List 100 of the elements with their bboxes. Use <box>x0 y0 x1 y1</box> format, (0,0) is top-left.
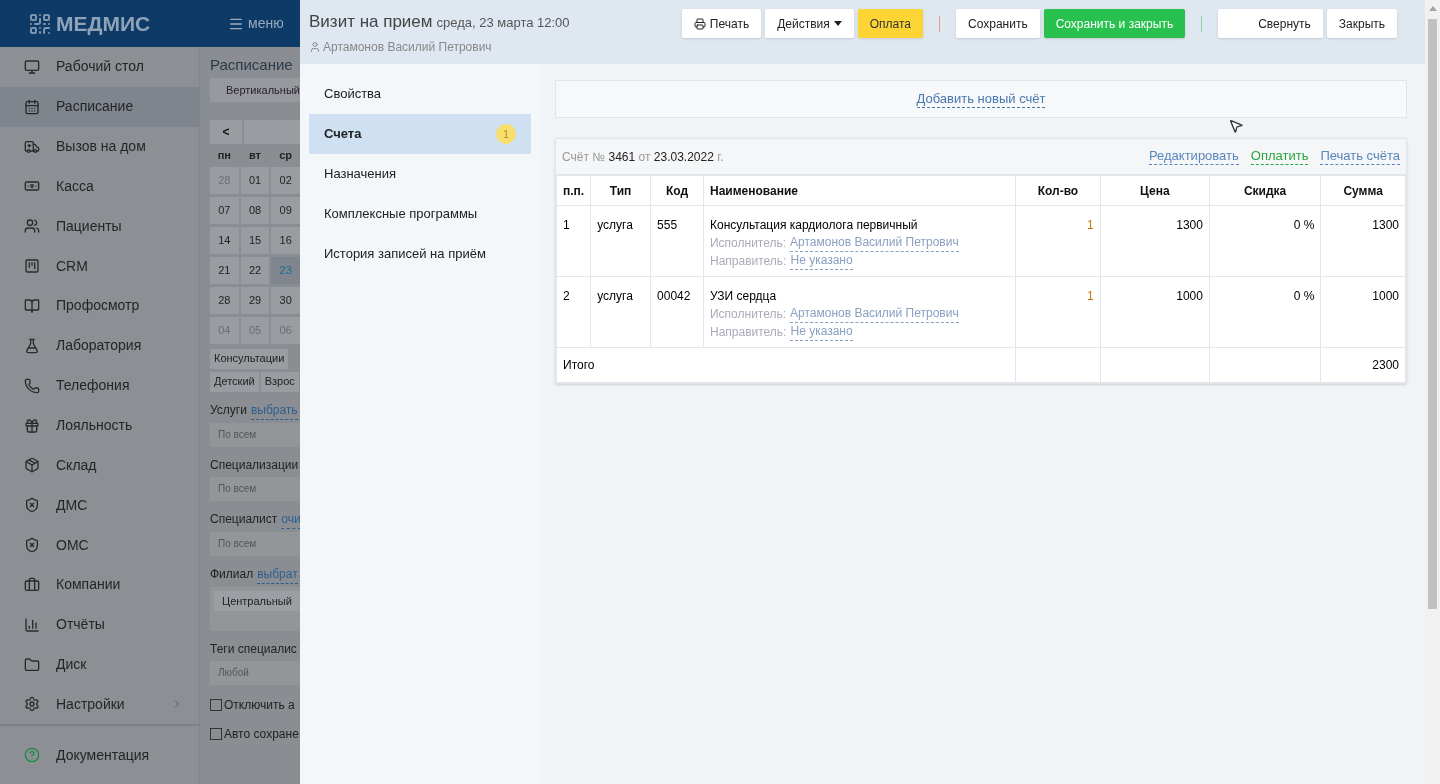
sidebar-item[interactable]: Склад <box>0 445 199 486</box>
invoice-action-link[interactable]: Редактировать <box>1148 148 1239 165</box>
calendar-icon <box>24 98 40 115</box>
calendar-day[interactable]: 30 <box>271 286 300 314</box>
table-cell: 1 <box>1015 276 1101 348</box>
calendar-day[interactable]: 07 <box>210 196 239 224</box>
sidebar-item[interactable]: Лояльность <box>0 405 199 446</box>
column-header: Цена <box>1100 175 1210 206</box>
sidebar-item[interactable]: ДМС <box>0 485 199 526</box>
checkbox[interactable] <box>210 698 222 711</box>
performer-link[interactable]: Артамонов Василий Петрович <box>790 305 959 323</box>
performer-label: Исполнитель: <box>709 306 787 323</box>
briefcase-icon <box>24 576 40 593</box>
weekday-label: вт <box>248 148 262 163</box>
sidebar-item[interactable]: Отчёты <box>0 604 199 645</box>
service-name: УЗИ сердца <box>709 288 778 305</box>
help-icon <box>24 747 40 764</box>
calendar-day[interactable]: 29 <box>240 286 270 314</box>
sidebar-item[interactable]: Пациенты <box>0 206 199 247</box>
checkbox-label: Авто сохране <box>224 725 299 743</box>
invoice-action-link[interactable]: Печать счёта <box>1320 148 1400 165</box>
sidebar-item[interactable]: ОМС <box>0 525 199 565</box>
nav-tab[interactable]: Назначения <box>309 154 531 194</box>
type-tab[interactable]: Консультации <box>210 348 289 369</box>
sidebar-item[interactable]: Лаборатория <box>0 325 199 366</box>
calendar-day[interactable]: 09 <box>271 196 300 224</box>
filter-label: Специалист <box>210 510 278 528</box>
column-header: Кол-во <box>1015 175 1101 206</box>
box-icon <box>24 457 40 474</box>
sidebar-item[interactable]: Настройки <box>0 684 199 725</box>
sidebar-item[interactable]: Расписание <box>0 86 199 127</box>
calendar-day[interactable]: 28 <box>210 286 239 314</box>
bar-chart-icon <box>24 616 40 633</box>
calendar-day[interactable]: 15 <box>240 226 270 254</box>
filter-select[interactable]: Центральный <box>210 586 300 631</box>
calendar-day[interactable]: 08 <box>240 196 270 224</box>
prev-button[interactable]: < <box>210 120 242 144</box>
toolbar-button[interactable]: Оплата <box>857 9 923 38</box>
referrer-label: Направитель: <box>709 324 787 341</box>
view-button[interactable]: Вертикальный <box>210 78 300 102</box>
sidebar-item[interactable]: Рабочий стол <box>0 47 199 87</box>
sidebar-item[interactable]: Документация <box>56 744 150 766</box>
toolbar-button[interactable]: Закрыть <box>1326 9 1397 38</box>
sidebar-item[interactable]: Вызов на дом <box>0 126 199 167</box>
table-cell: 2 <box>556 276 591 348</box>
age-tab[interactable]: Детский <box>210 371 259 392</box>
flask-icon <box>24 337 40 354</box>
checkbox-label: Отключить а <box>224 696 295 714</box>
calendar-day[interactable]: 01 <box>240 166 270 194</box>
scrollbar-thumb[interactable] <box>1428 19 1437 609</box>
toolbar-button[interactable]: Свернуть <box>1218 9 1323 38</box>
calendar-day[interactable]: 16 <box>271 226 300 254</box>
calendar-day[interactable]: 14 <box>210 226 239 254</box>
visit-datetime: среда, 23 марта 12:00 <box>436 14 570 32</box>
table-cell: услуга <box>590 276 651 348</box>
logo-icon <box>28 11 52 36</box>
performer-link[interactable]: Артамонов Василий Петрович <box>790 234 959 252</box>
referrer-link[interactable]: Не указано <box>790 323 853 341</box>
menu-button[interactable]: меню <box>228 13 284 34</box>
nav-tab[interactable]: Счета 1 <box>309 114 531 154</box>
count-badge: 1 <box>496 124 516 144</box>
table-cell: 1300 <box>1320 205 1406 277</box>
column-header: Скидка <box>1209 175 1321 206</box>
calendar-day[interactable]: 21 <box>210 256 239 284</box>
performer-label: Исполнитель: <box>709 235 787 252</box>
filter-select[interactable]: По всем <box>210 531 300 556</box>
table-cell: 1000 <box>1100 276 1210 348</box>
sidebar-item[interactable]: Телефония <box>0 365 199 406</box>
table-cell: 1000 <box>1320 276 1406 348</box>
filter-select[interactable]: Любой <box>210 660 300 685</box>
user-icon <box>309 40 321 53</box>
filter-select[interactable]: По всем <box>210 422 300 447</box>
nav-tab[interactable]: История записей на приём <box>309 234 531 274</box>
toolbar-button[interactable]: Печать <box>681 9 762 38</box>
sidebar-item[interactable]: CRM <box>0 246 199 287</box>
add-invoice-link[interactable]: Добавить новый счёт <box>916 90 1046 108</box>
checkbox[interactable] <box>210 727 222 740</box>
invoice-action-link[interactable]: Оплатить <box>1250 148 1309 165</box>
patient-name: Артамонов Василий Петрович <box>323 38 492 56</box>
sidebar-item[interactable]: Диск <box>0 644 199 685</box>
referrer-link[interactable]: Не указано <box>790 252 853 270</box>
calendar-day[interactable]: 22 <box>240 256 270 284</box>
filter-label: Филиал <box>210 565 254 583</box>
toolbar-button[interactable]: Действия <box>765 9 854 38</box>
nav-tab[interactable]: Комплексные программы <box>309 194 531 234</box>
caret-icon <box>833 21 842 26</box>
filter-label: Услуги <box>210 401 247 419</box>
age-tab[interactable]: Взрос <box>260 371 299 392</box>
sidebar-item[interactable]: Касса <box>0 166 199 207</box>
table-cell: 00042 <box>650 276 704 348</box>
folder-icon <box>24 656 40 673</box>
nav-tab[interactable]: Свойства <box>309 74 531 114</box>
sidebar-item[interactable]: Компании <box>0 564 199 605</box>
phone-icon <box>24 377 40 394</box>
sidebar-item[interactable]: Профосмотр <box>0 286 199 326</box>
column-header: Код <box>650 175 704 206</box>
book-icon <box>24 298 40 314</box>
filter-select[interactable]: По всем <box>210 476 300 501</box>
calendar-day[interactable]: 02 <box>271 166 300 194</box>
toolbar-button[interactable]: Сохранить <box>956 9 1040 38</box>
